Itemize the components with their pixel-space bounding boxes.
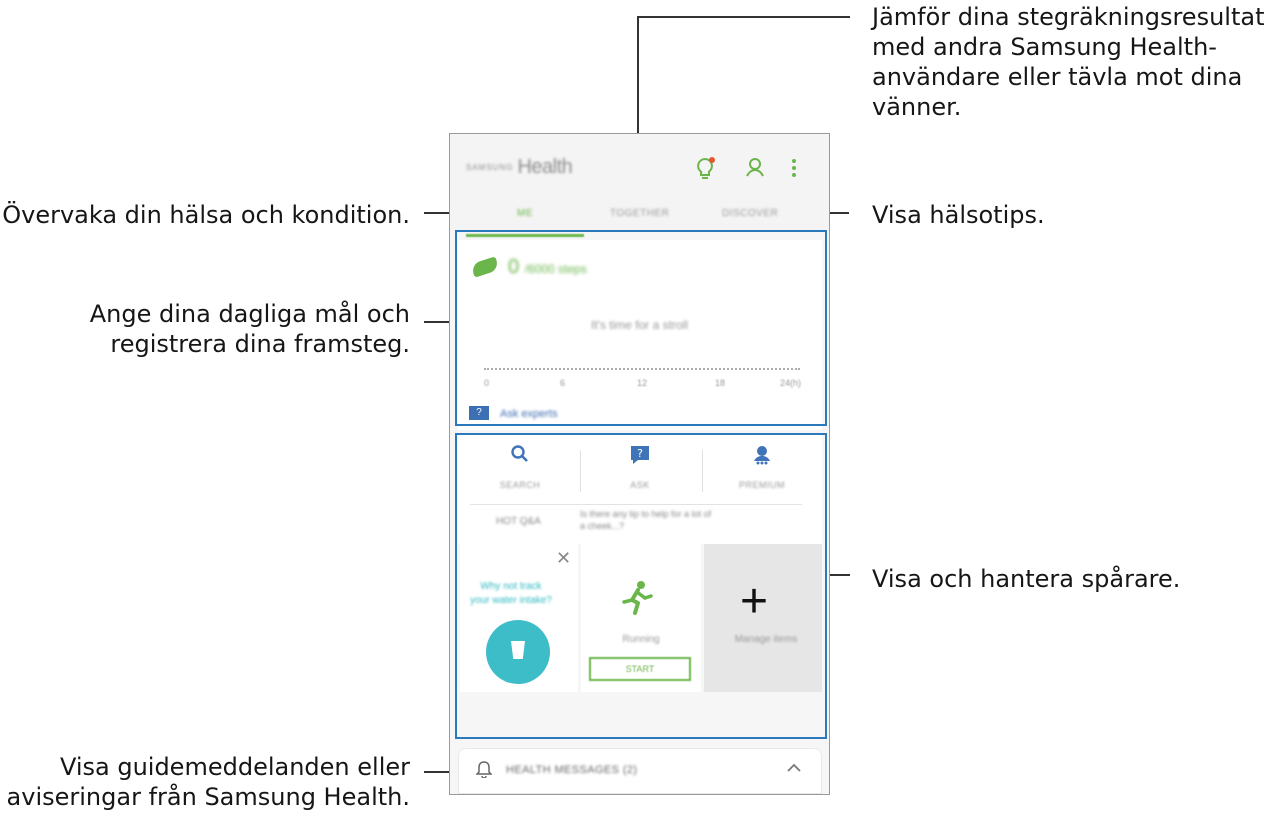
highlight-goals <box>455 230 827 426</box>
callout-compare-line-1: Jämför dina stegräkningsresultat <box>872 3 1265 31</box>
app-logo-brand: SAMSUNG <box>466 163 514 173</box>
lightbulb-icon[interactable] <box>694 156 716 188</box>
app-logo: SAMSUNG Health <box>466 156 573 179</box>
callout-goals-line-1: Ange dina dagliga mål och <box>89 300 410 328</box>
more-icon[interactable] <box>790 156 798 186</box>
tab-bar: ME TOGETHER DISCOVER <box>450 202 829 230</box>
callout-messages-line-1: Visa guidemeddelanden eller <box>59 753 410 781</box>
callout-messages-line-2: aviseringar från Samsung Health. <box>6 783 410 811</box>
callout-tips: Visa hälsotips. <box>872 201 1045 229</box>
callout-goals-line-2: registrera dina framsteg. <box>110 330 410 358</box>
health-messages-label: HEALTH MESSAGES (2) <box>506 764 638 776</box>
callout-compare-line-2: med andra Samsung Health- <box>872 33 1217 61</box>
callout-compare: Jämför dina stegräkningsresultat med and… <box>872 2 1264 122</box>
callout-goals: Ange dina dagliga mål och registrera din… <box>90 299 410 359</box>
chevron-up-icon[interactable] <box>786 758 802 779</box>
callout-messages: Visa guidemeddelanden eller aviseringar … <box>7 752 410 812</box>
tab-discover[interactable]: DISCOVER <box>722 208 778 219</box>
app-logo-text: Health <box>517 156 573 178</box>
callout-trackers: Visa och hantera spårare. <box>872 565 1181 593</box>
callout-monitor: Övervaka din hälsa och kondition. <box>2 201 410 229</box>
callout-compare-line-3: användare eller tävla mot dina <box>872 63 1243 91</box>
callout-compare-line-4: vänner. <box>872 93 962 121</box>
tab-me[interactable]: ME <box>517 208 533 219</box>
tab-together[interactable]: TOGETHER <box>610 208 669 219</box>
bell-icon <box>475 760 493 783</box>
profile-icon[interactable] <box>744 156 766 186</box>
highlight-trackers <box>455 433 827 739</box>
leader-compare-h <box>637 16 850 18</box>
